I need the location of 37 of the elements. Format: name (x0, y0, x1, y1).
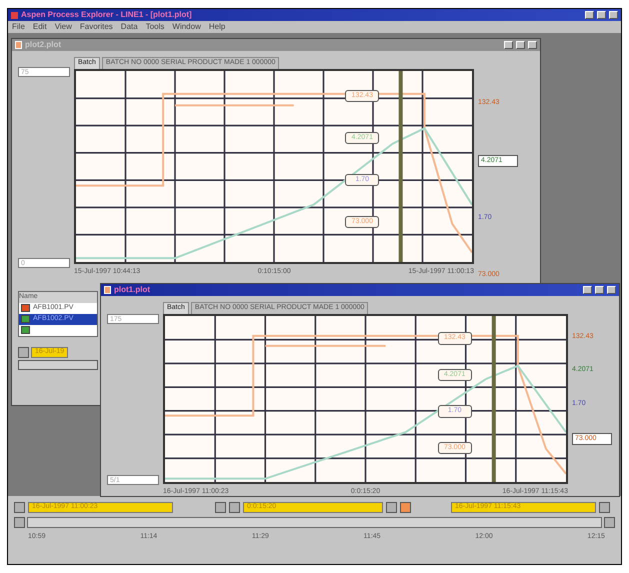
document-icon (15, 41, 22, 49)
close-button[interactable] (609, 11, 618, 19)
calendar-button[interactable] (18, 346, 29, 358)
menu-item[interactable]: Help (208, 21, 226, 33)
scroll-left-button[interactable] (14, 517, 25, 528)
cursor-line[interactable] (492, 316, 496, 482)
minimize-button[interactable] (504, 41, 513, 49)
app-icon (11, 12, 18, 18)
calendar-button[interactable] (14, 502, 25, 513)
menu-item[interactable]: View (54, 21, 72, 33)
dropdown-button[interactable] (386, 502, 397, 513)
menu-item[interactable]: Data (120, 21, 138, 33)
menu-item[interactable]: File (12, 21, 25, 33)
window-title: plot1.plot (114, 284, 151, 296)
step-back-button[interactable] (215, 502, 226, 513)
time-scrollbar[interactable] (18, 360, 98, 370)
window-title: plot2.plot (25, 39, 62, 51)
window-title: Aspen Process Explorer - LINE1 - [plot1.plot] (21, 9, 193, 21)
maximize-button[interactable] (595, 286, 604, 294)
scroll-right-button[interactable] (604, 517, 615, 528)
legend-row[interactable] (19, 324, 97, 336)
cursor-line[interactable] (398, 70, 403, 262)
time-scrollbar[interactable] (27, 517, 602, 528)
menu-item[interactable]: Edit (32, 21, 47, 33)
menu-item[interactable]: Favorites (80, 21, 113, 33)
menu-item[interactable]: Tools (146, 21, 164, 33)
maximize-button[interactable] (516, 41, 525, 49)
minimize-button[interactable] (585, 11, 594, 19)
step-forward-button[interactable] (229, 502, 240, 513)
minimize-button[interactable] (583, 286, 592, 294)
document-icon (104, 286, 111, 294)
menu-item[interactable]: Window (172, 21, 201, 33)
close-button[interactable] (607, 286, 616, 294)
update-button[interactable] (400, 502, 411, 513)
calendar-button[interactable] (599, 502, 610, 513)
maximize-button[interactable] (597, 11, 606, 19)
close-button[interactable] (528, 41, 537, 49)
